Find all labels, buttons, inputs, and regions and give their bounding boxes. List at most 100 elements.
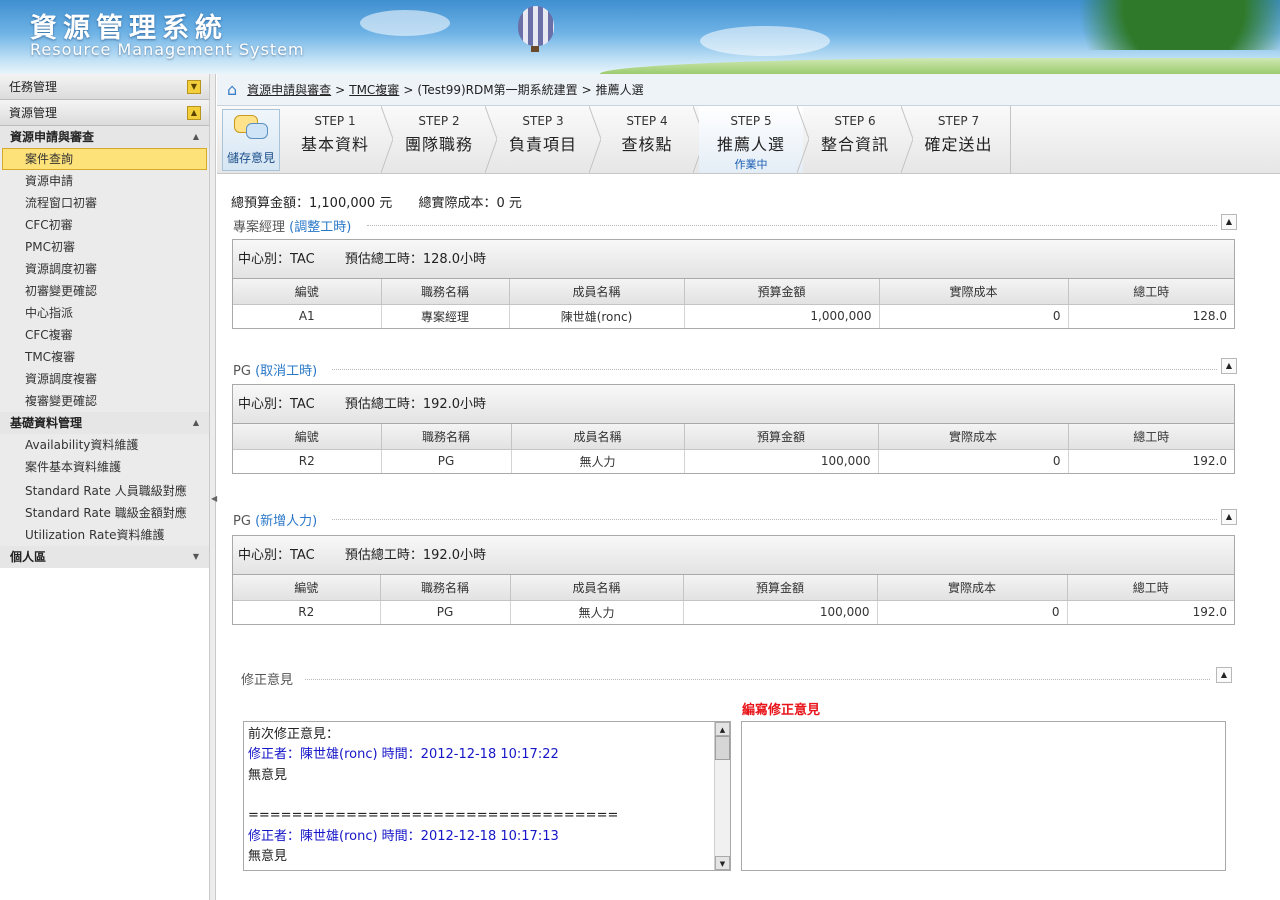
home-icon[interactable]: ⌂ bbox=[227, 74, 237, 106]
column-header: 編號 bbox=[233, 575, 381, 601]
collapse-arrow-icon[interactable]: ▲ bbox=[193, 412, 199, 434]
revision-divider: ================================== bbox=[248, 808, 619, 824]
cell-member: 無人力 bbox=[510, 600, 684, 624]
sidebar: 任務管理 ▼ 資源管理 ▲ 資源申請與審查 ▲ 案件查詢 資源申請 流程窗口初審… bbox=[0, 74, 210, 900]
sidebar-item-rate-person-level[interactable]: Standard Rate 人員職級對應 bbox=[0, 480, 209, 502]
save-opinion-button[interactable]: 儲存意見 bbox=[222, 109, 280, 171]
sidebar-item-tmc-second-review[interactable]: TMC複審 bbox=[0, 346, 209, 368]
sidebar-group-apply-review[interactable]: 資源申請與審查 ▲ bbox=[0, 126, 209, 148]
section-title-pg-cancel: PG (取消工時) bbox=[233, 360, 317, 379]
panel-pg-add: 中心別：TAC 預估總工時：192.0小時 編號 職務名稱 成員名稱 預算金額 … bbox=[232, 535, 1235, 625]
collapse-icon[interactable]: ▲ bbox=[1221, 509, 1237, 525]
cell-role: PG bbox=[381, 449, 512, 473]
collapse-icon[interactable]: ▲ bbox=[1216, 667, 1232, 683]
sidebar-group-label: 資源申請與審查 bbox=[10, 130, 95, 144]
section-title-text: 專案經理 bbox=[233, 220, 286, 235]
cloud-decoration bbox=[360, 10, 450, 36]
sidebar-item-first-change-confirm[interactable]: 初審變更確認 bbox=[0, 280, 209, 302]
totals: 總預算金額：1,100,000 元 總實際成本：0 元 bbox=[231, 192, 522, 211]
step-number: STEP 2 bbox=[418, 114, 460, 128]
column-header: 預算金額 bbox=[683, 575, 878, 601]
sidebar-section-task[interactable]: 任務管理 ▼ bbox=[0, 74, 209, 100]
breadcrumb-link-apply-review[interactable]: 資源申請與審查 bbox=[247, 74, 331, 106]
sidebar-item-second-change-confirm[interactable]: 複審變更確認 bbox=[0, 390, 209, 412]
scrollbar[interactable]: ▲ ▼ bbox=[714, 722, 730, 870]
panel-header: 中心別：TAC 預估總工時：192.0小時 bbox=[233, 385, 1234, 424]
column-header: 編號 bbox=[233, 424, 382, 450]
save-opinion-label: 儲存意見 bbox=[226, 151, 275, 165]
section-divider bbox=[332, 369, 1217, 370]
cell-id: R2 bbox=[233, 600, 381, 624]
step-number: STEP 1 bbox=[314, 114, 356, 128]
cell-member: 無人力 bbox=[511, 449, 685, 473]
step-name: 負責項目 bbox=[508, 135, 577, 154]
revision-meta: 修正者：陳世雄(ronc) 時間：2012-12-18 10:17:22 bbox=[248, 747, 559, 763]
sidebar-item-availability[interactable]: Availability資料維護 bbox=[0, 434, 209, 456]
sidebar-section-label: 資源管理 bbox=[9, 106, 58, 120]
sidebar-item-center-assign[interactable]: 中心指派 bbox=[0, 302, 209, 324]
column-header: 總工時 bbox=[1068, 424, 1234, 450]
breadcrumb-link-tmc-review[interactable]: TMC複審 bbox=[349, 74, 399, 106]
step-name: 確定送出 bbox=[924, 135, 993, 154]
total-actual-cost: 總實際成本：0 元 bbox=[418, 196, 522, 211]
scroll-thumb[interactable] bbox=[715, 736, 730, 760]
step-5[interactable]: STEP 5 推薦人選 作業中 bbox=[699, 106, 809, 173]
expand-icon[interactable]: ▼ bbox=[187, 80, 201, 94]
sidebar-item-dispatch-first-review[interactable]: 資源調度初審 bbox=[0, 258, 209, 280]
sidebar-item-utilization-rate[interactable]: Utilization Rate資料維護 bbox=[0, 524, 209, 546]
revision-text: 無意見 bbox=[248, 767, 288, 783]
step-3[interactable]: STEP 3 負責項目 bbox=[491, 106, 601, 173]
step-6[interactable]: STEP 6 整合資訊 bbox=[803, 106, 913, 173]
collapse-icon[interactable]: ▲ bbox=[1221, 358, 1237, 374]
cell-id: A1 bbox=[233, 304, 382, 328]
sidebar-item-case-basic-data[interactable]: 案件基本資料維護 bbox=[0, 456, 209, 478]
edit-revision-textarea[interactable] bbox=[741, 721, 1226, 871]
collapse-arrow-icon[interactable]: ▲ bbox=[193, 126, 199, 148]
sidebar-item-rate-level-amount[interactable]: Standard Rate 職級金額對應 bbox=[0, 502, 209, 524]
cancel-hours-link[interactable]: (取消工時) bbox=[255, 364, 317, 379]
expand-arrow-icon[interactable]: ▼ bbox=[193, 546, 199, 568]
member-table: 編號 職務名稱 成員名稱 預算金額 實際成本 總工時 R2 PG 無人力 100… bbox=[233, 575, 1234, 624]
step-4[interactable]: STEP 4 查核點 bbox=[595, 106, 705, 173]
sidebar-item-pmc-first-review[interactable]: PMC初審 bbox=[0, 236, 209, 258]
step-number: STEP 4 bbox=[626, 114, 668, 128]
adjust-hours-link[interactable]: (調整工時) bbox=[289, 220, 351, 235]
step-7[interactable]: STEP 7 確定送出 bbox=[907, 106, 1011, 173]
column-header: 成員名稱 bbox=[509, 279, 685, 305]
revision-history-textarea[interactable]: 前次修正意見： 修正者：陳世雄(ronc) 時間：2012-12-18 10:1… bbox=[243, 721, 731, 871]
sidebar-item-case-query[interactable]: 案件查詢 bbox=[2, 148, 207, 170]
sidebar-group-master-data[interactable]: 基礎資料管理 ▲ bbox=[0, 412, 209, 434]
revision-section-title: 修正意見 bbox=[241, 673, 294, 688]
column-header: 預算金額 bbox=[684, 424, 879, 450]
cell-budget: 100,000 bbox=[684, 449, 879, 473]
step-number: STEP 6 bbox=[834, 114, 876, 128]
revision-meta: 修正者：陳世雄(ronc) 時間：2012-12-18 10:17:13 bbox=[248, 828, 559, 844]
collapse-icon[interactable]: ▲ bbox=[1221, 214, 1237, 230]
cell-actual-cost: 0 bbox=[879, 304, 1069, 328]
collapse-icon[interactable]: ▲ bbox=[187, 106, 201, 120]
step-1[interactable]: STEP 1 基本資料 bbox=[283, 106, 393, 173]
sidebar-item-cfc-second-review[interactable]: CFC複審 bbox=[0, 324, 209, 346]
sidebar-item-dispatch-second-review[interactable]: 資源調度複審 bbox=[0, 368, 209, 390]
sidebar-item-cfc-first-review[interactable]: CFC初審 bbox=[0, 214, 209, 236]
sidebar-item-flow-first-review[interactable]: 流程窗口初審 bbox=[0, 192, 209, 214]
panel-pg-cancel: 中心別：TAC 預估總工時：192.0小時 編號 職務名稱 成員名稱 預算金額 … bbox=[232, 384, 1235, 474]
center-label: 中心別：TAC bbox=[238, 548, 315, 563]
panel-header: 中心別：TAC 預估總工時：128.0小時 bbox=[233, 240, 1234, 279]
column-header: 成員名稱 bbox=[510, 575, 684, 601]
add-manpower-link[interactable]: (新增人力) bbox=[255, 514, 317, 529]
center-label: 中心別：TAC bbox=[238, 397, 315, 412]
table-row: R2 PG 無人力 100,000 0 192.0 bbox=[233, 449, 1234, 473]
scroll-down-icon[interactable]: ▼ bbox=[715, 856, 730, 870]
step-2[interactable]: STEP 2 團隊職務 bbox=[387, 106, 497, 173]
column-header: 職務名稱 bbox=[381, 279, 510, 305]
sidebar-group-personal[interactable]: 個人區 ▼ bbox=[0, 546, 209, 568]
sidebar-section-label: 任務管理 bbox=[9, 80, 58, 94]
sidebar-group-label: 基礎資料管理 bbox=[10, 416, 83, 430]
sidebar-item-resource-apply[interactable]: 資源申請 bbox=[0, 170, 209, 192]
sidebar-splitter[interactable]: ◀ bbox=[210, 74, 217, 900]
scroll-up-icon[interactable]: ▲ bbox=[715, 722, 730, 736]
column-header: 總工時 bbox=[1068, 279, 1234, 305]
breadcrumb-separator: > bbox=[581, 82, 592, 97]
sidebar-section-resource[interactable]: 資源管理 ▲ bbox=[0, 100, 209, 126]
